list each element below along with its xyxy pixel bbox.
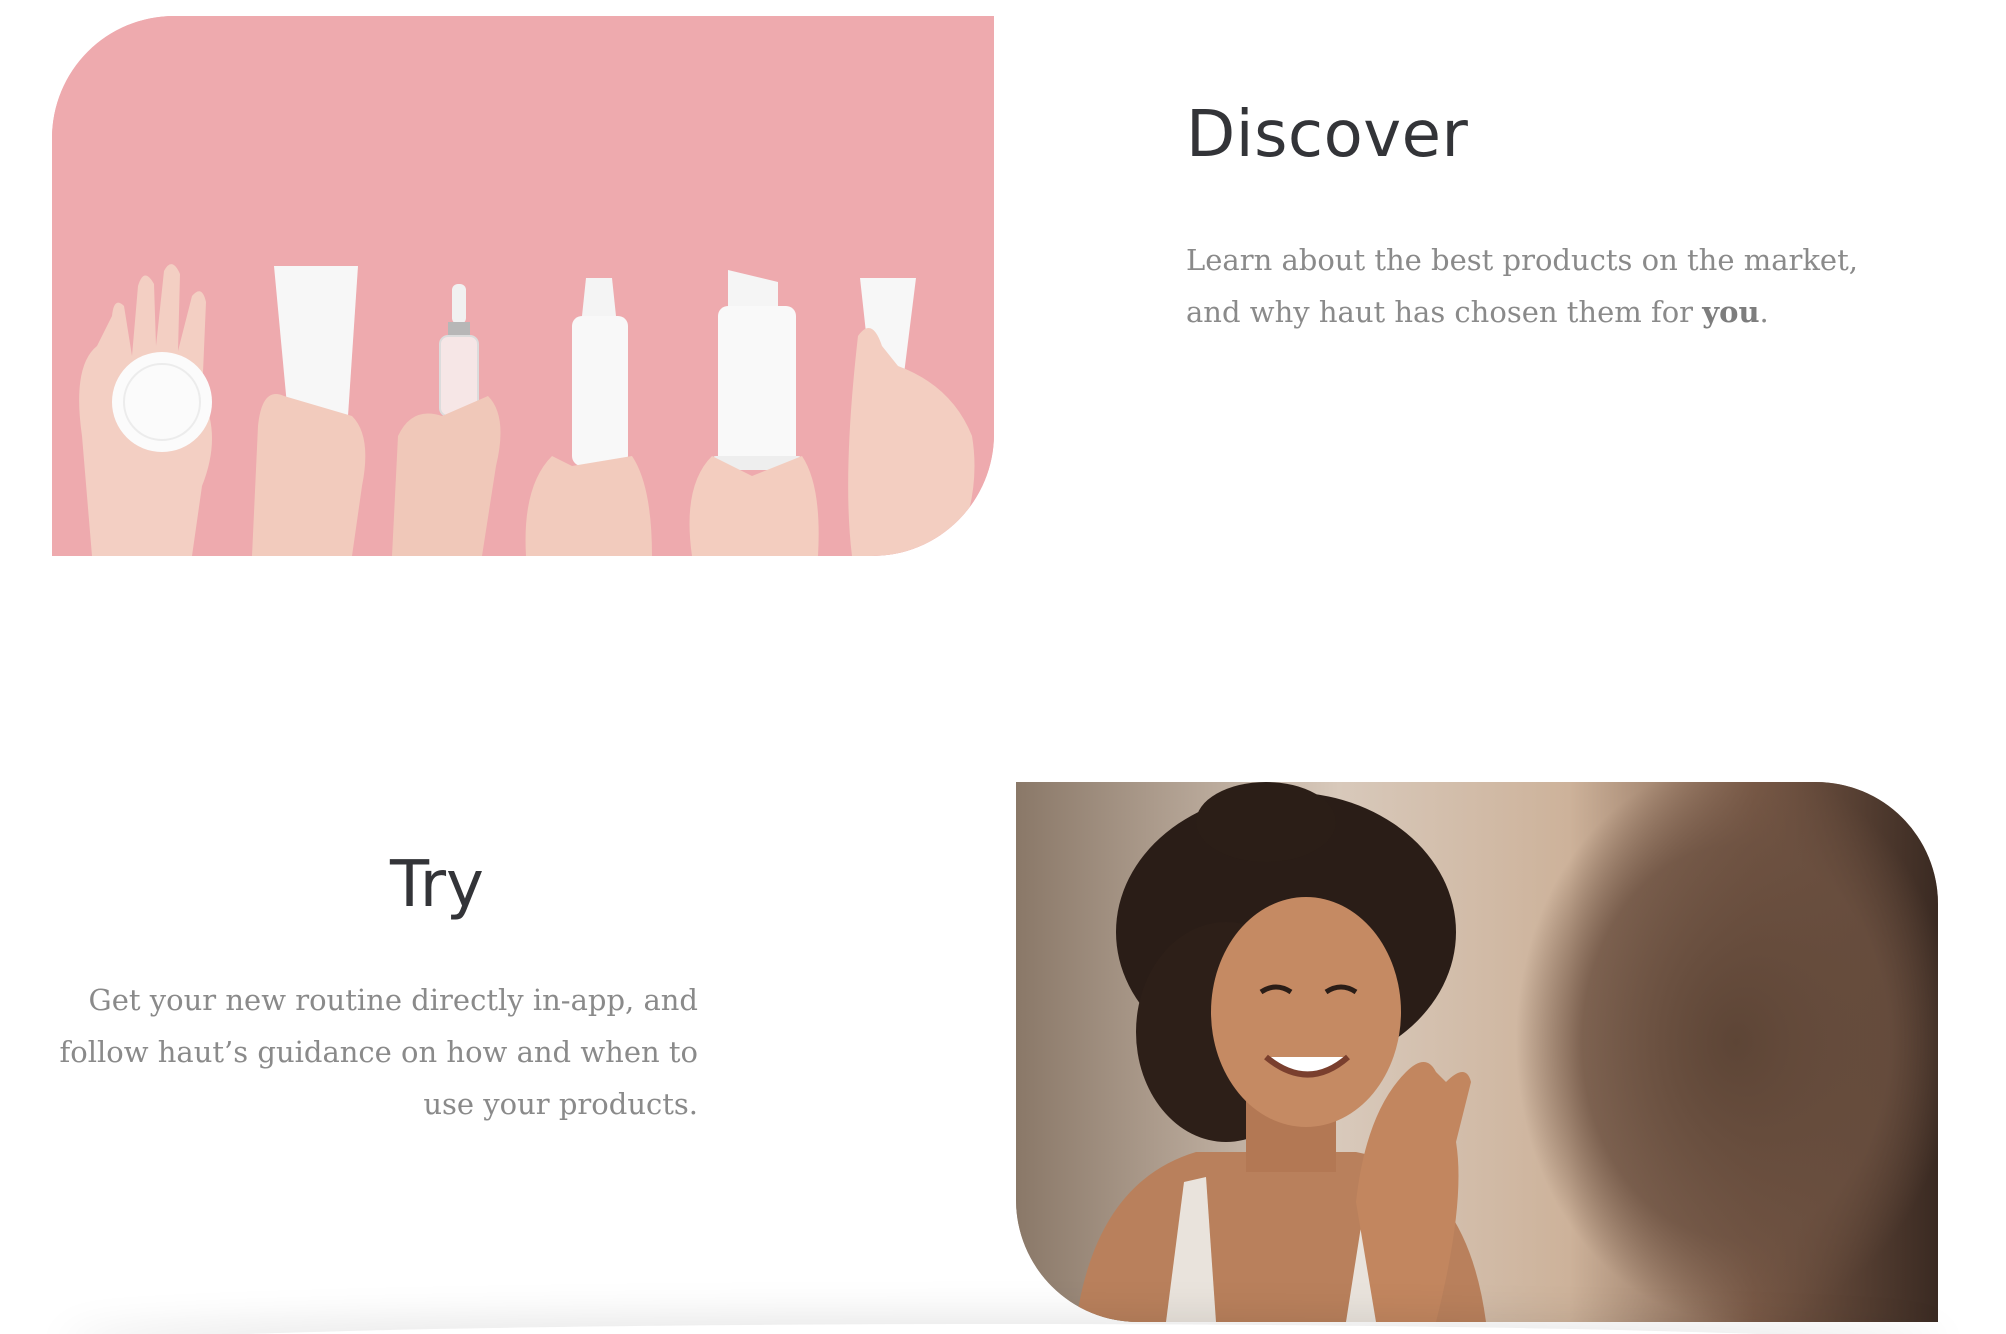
skincare-products-image (52, 16, 994, 556)
discover-description: Learn about the best products on the mar… (1186, 234, 1886, 338)
try-description: Get your new routine directly in-app, an… (59, 983, 698, 1121)
woman-applying-cream-image (1016, 782, 1938, 1322)
try-heading: Try (390, 848, 484, 922)
discover-description-emphasis: you (1702, 295, 1760, 329)
discover-description-end: . (1759, 295, 1769, 329)
feature-page: Discover Learn about the best products o… (0, 0, 2006, 1334)
section-divider-shadow (60, 1324, 1946, 1334)
discover-heading: Discover (1186, 98, 1469, 172)
